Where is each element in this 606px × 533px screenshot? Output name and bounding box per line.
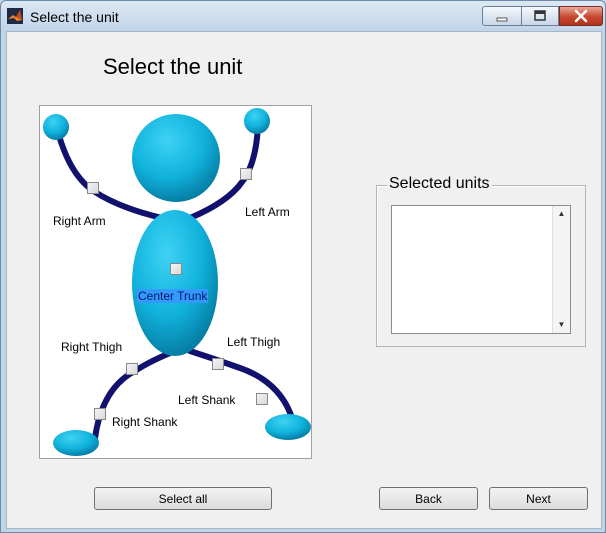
window-title: Select the unit: [30, 9, 119, 25]
title-bar[interactable]: Select the unit: [1, 1, 605, 31]
application-window: Select the unit Select the unit Right Ar…: [0, 0, 606, 533]
right-arm-label: Right Arm: [53, 214, 106, 228]
selected-units-title: Selected units: [387, 175, 492, 193]
minimize-icon: [496, 17, 508, 22]
right-hand: [43, 114, 69, 140]
body-diagram-panel: Right Arm Left Arm Center Trunk Right Th…: [39, 105, 312, 459]
left-arm-label: Left Arm: [245, 205, 290, 219]
trunk: [132, 210, 218, 356]
right-foot: [53, 430, 99, 456]
matlab-icon: [7, 8, 23, 24]
scroll-up-arrow-icon[interactable]: ▲: [553, 206, 570, 222]
center-trunk-checkbox[interactable]: [170, 263, 182, 275]
scroll-down-arrow-icon[interactable]: ▼: [553, 317, 570, 333]
left-foot: [265, 414, 311, 440]
left-shank-label: Left Shank: [178, 393, 236, 407]
body-figure: [43, 108, 311, 456]
left-arm-checkbox[interactable]: [240, 168, 252, 180]
left-thigh-checkbox[interactable]: [212, 358, 224, 370]
right-shank-label: Right Shank: [112, 415, 178, 429]
maximize-icon: [534, 10, 546, 21]
selected-units-listbox[interactable]: ▲ ▼: [391, 205, 571, 334]
head: [132, 114, 220, 202]
left-shank-checkbox[interactable]: [256, 393, 268, 405]
minimize-button[interactable]: [482, 6, 522, 26]
right-shank-checkbox[interactable]: [94, 408, 106, 420]
maximize-button[interactable]: [521, 6, 559, 26]
back-button[interactable]: Back: [379, 487, 478, 510]
right-thigh-checkbox[interactable]: [126, 363, 138, 375]
right-thigh-label: Right Thigh: [61, 340, 123, 354]
dialog-client-area: Select the unit Right Arm Left Arm Cente…: [6, 31, 602, 529]
left-hand: [244, 108, 270, 134]
listbox-scrollbar[interactable]: ▲ ▼: [552, 206, 570, 333]
right-arm-checkbox[interactable]: [87, 182, 99, 194]
center-trunk-label: Center Trunk: [137, 289, 209, 303]
close-button[interactable]: [559, 6, 603, 26]
selected-units-group: Selected units ▲ ▼: [376, 175, 586, 347]
select-all-button[interactable]: Select all: [94, 487, 272, 510]
close-icon: [574, 9, 588, 23]
next-button[interactable]: Next: [489, 487, 588, 510]
left-thigh-label: Left Thigh: [227, 335, 281, 349]
dialog-heading: Select the unit: [103, 54, 243, 79]
